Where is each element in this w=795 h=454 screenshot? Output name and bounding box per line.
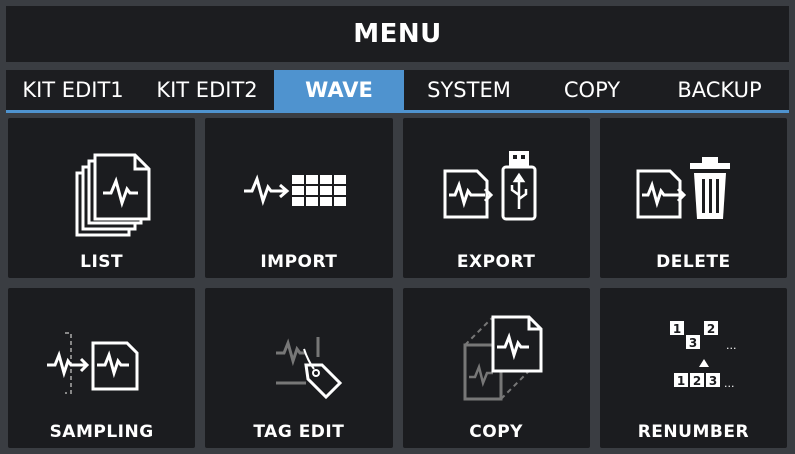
renumber-digit: 2 xyxy=(693,374,701,388)
tile-label: EXPORT xyxy=(456,252,536,272)
renumber-digit: 3 xyxy=(689,336,697,350)
page-title: MENU xyxy=(353,19,442,49)
wave-delete-trash-icon xyxy=(600,128,787,248)
tab-label: SYSTEM xyxy=(427,78,511,102)
tile-label: TAG EDIT xyxy=(253,422,345,442)
export-button[interactable]: EXPORT xyxy=(402,118,590,278)
tile-label: COPY xyxy=(469,422,523,442)
wave-menu-screen: MENU KIT EDIT1 KIT EDIT2 WAVE SYSTEM COP… xyxy=(0,0,795,454)
wave-list-icon xyxy=(8,128,195,248)
tab-kit-edit2[interactable]: KIT EDIT2 xyxy=(140,70,274,110)
tab-label: KIT EDIT2 xyxy=(156,78,258,102)
renumber-ellipsis: ... xyxy=(726,339,737,352)
menu-title-bar: MENU xyxy=(6,6,789,62)
renumber-icon: 1 3 2 ... 1 2 3 ... xyxy=(600,298,787,418)
copy-button[interactable]: COPY xyxy=(402,288,590,448)
tab-label: COPY xyxy=(563,78,621,102)
tab-wave[interactable]: WAVE xyxy=(274,70,404,110)
tab-bar: KIT EDIT1 KIT EDIT2 WAVE SYSTEM COPY BAC… xyxy=(6,70,789,113)
wave-sampling-icon xyxy=(8,298,195,418)
tile-label: DELETE xyxy=(656,252,731,272)
tab-copy[interactable]: COPY xyxy=(534,70,650,110)
renumber-digit: 2 xyxy=(707,322,715,336)
renumber-digit: 3 xyxy=(709,374,717,388)
renumber-digit: 1 xyxy=(673,322,681,336)
delete-button[interactable]: DELETE xyxy=(599,118,787,278)
tab-system[interactable]: SYSTEM xyxy=(404,70,534,110)
list-button[interactable]: LIST xyxy=(8,118,196,278)
wave-import-icon xyxy=(205,128,392,248)
renumber-button[interactable]: 1 3 2 ... 1 2 3 ... RENUMBER xyxy=(599,288,787,448)
tab-kit-edit1[interactable]: KIT EDIT1 xyxy=(6,70,140,110)
tab-label: KIT EDIT1 xyxy=(22,78,124,102)
wave-copy-icon xyxy=(403,298,590,418)
tag-edit-icon xyxy=(205,298,392,418)
tile-label: IMPORT xyxy=(260,252,338,272)
tab-backup[interactable]: BACKUP xyxy=(650,70,789,110)
sampling-button[interactable]: SAMPLING xyxy=(8,288,196,448)
import-button[interactable]: IMPORT xyxy=(205,118,393,278)
menu-grid: LIST IMPORT EXPORT DELETE SAMPLING TAG E… xyxy=(8,118,787,448)
tab-label: WAVE xyxy=(305,78,373,102)
wave-export-usb-icon xyxy=(403,128,590,248)
tile-label: SAMPLING xyxy=(49,422,154,442)
renumber-ellipsis: ... xyxy=(724,377,735,390)
renumber-digit: 1 xyxy=(677,374,685,388)
tab-label: BACKUP xyxy=(677,78,762,102)
tile-label: LIST xyxy=(80,252,124,272)
tile-label: RENUMBER xyxy=(637,422,750,442)
tag-edit-button[interactable]: TAG EDIT xyxy=(205,288,393,448)
